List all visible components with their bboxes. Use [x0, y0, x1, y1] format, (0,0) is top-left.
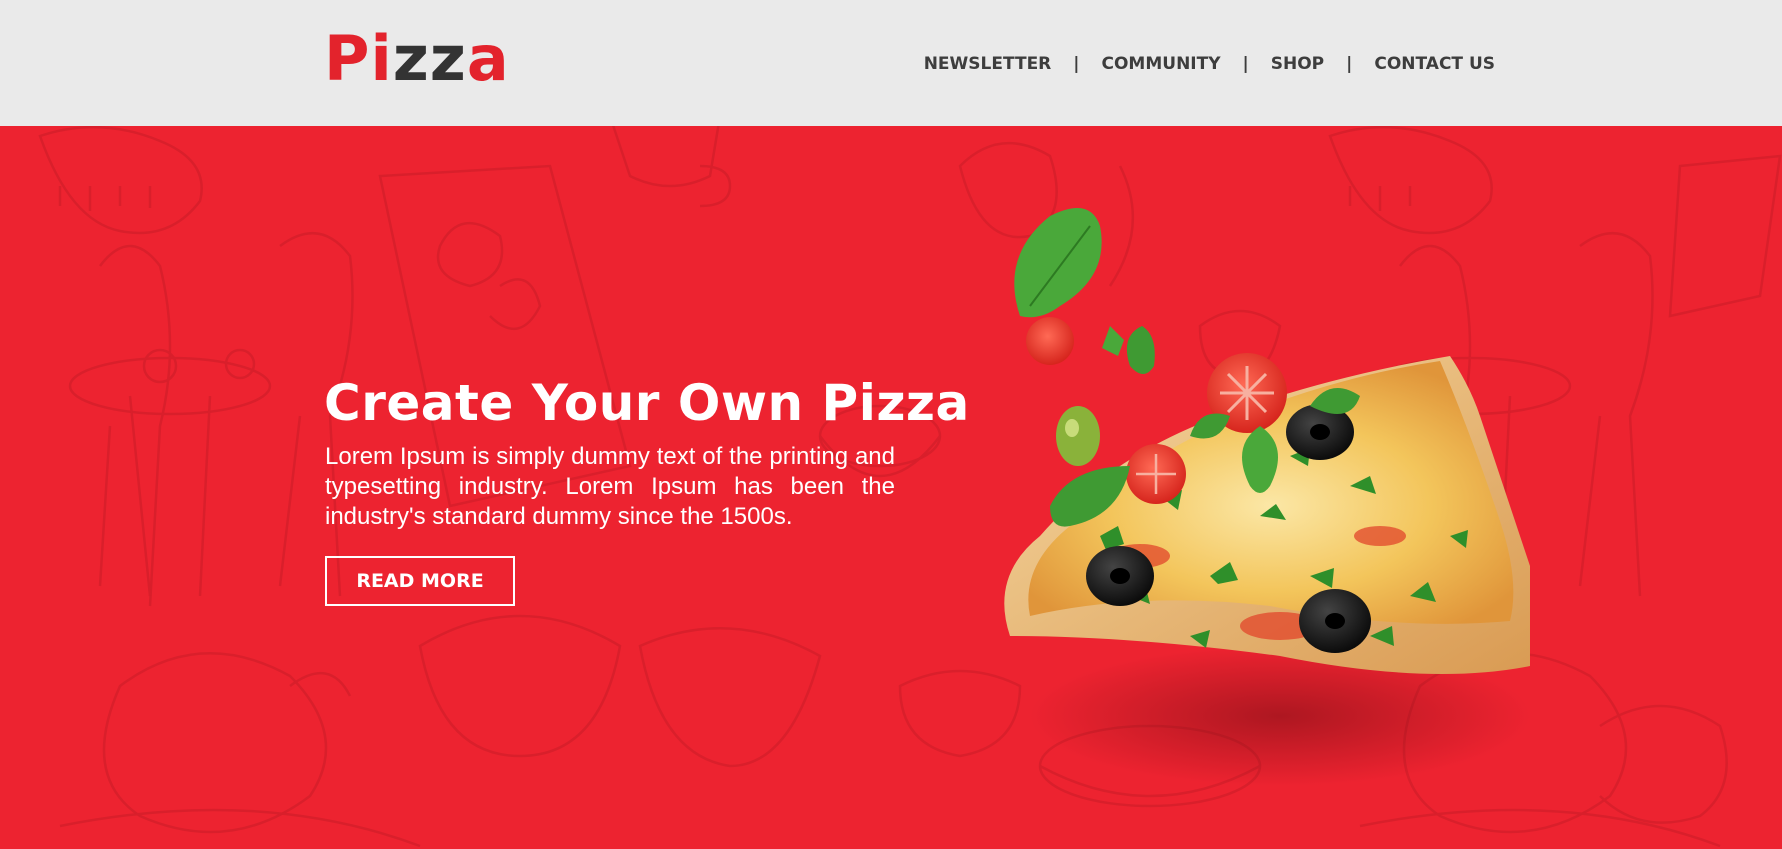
logo-text-part2: zz — [392, 22, 467, 95]
hero-title: Create Your Own Pizza — [324, 374, 970, 432]
site-header: Pizza NEWSLETTER | COMMUNITY | SHOP | CO… — [0, 0, 1782, 126]
nav-separator: | — [1242, 54, 1249, 74]
logo-text-part1: Pi — [324, 22, 393, 95]
read-more-button[interactable]: READ MORE — [325, 556, 515, 606]
nav-separator: | — [1346, 54, 1353, 74]
hero-banner: Create Your Own Pizza Lorem Ipsum is sim… — [0, 126, 1782, 849]
pizza-logo[interactable]: Pizza — [324, 24, 510, 94]
nav-item-shop[interactable]: SHOP — [1271, 54, 1324, 74]
nav-item-contact-us[interactable]: CONTACT US — [1374, 54, 1495, 74]
hero-description: Lorem Ipsum is simply dummy text of the … — [325, 443, 895, 530]
main-nav: NEWSLETTER | COMMUNITY | SHOP | CONTACT … — [924, 52, 1495, 76]
nav-item-community[interactable]: COMMUNITY — [1102, 54, 1221, 74]
logo-text-part3: a — [466, 22, 510, 95]
nav-separator: | — [1073, 54, 1080, 74]
nav-item-newsletter[interactable]: NEWSLETTER — [924, 54, 1052, 74]
pizza-slice-image — [1004, 208, 1530, 786]
